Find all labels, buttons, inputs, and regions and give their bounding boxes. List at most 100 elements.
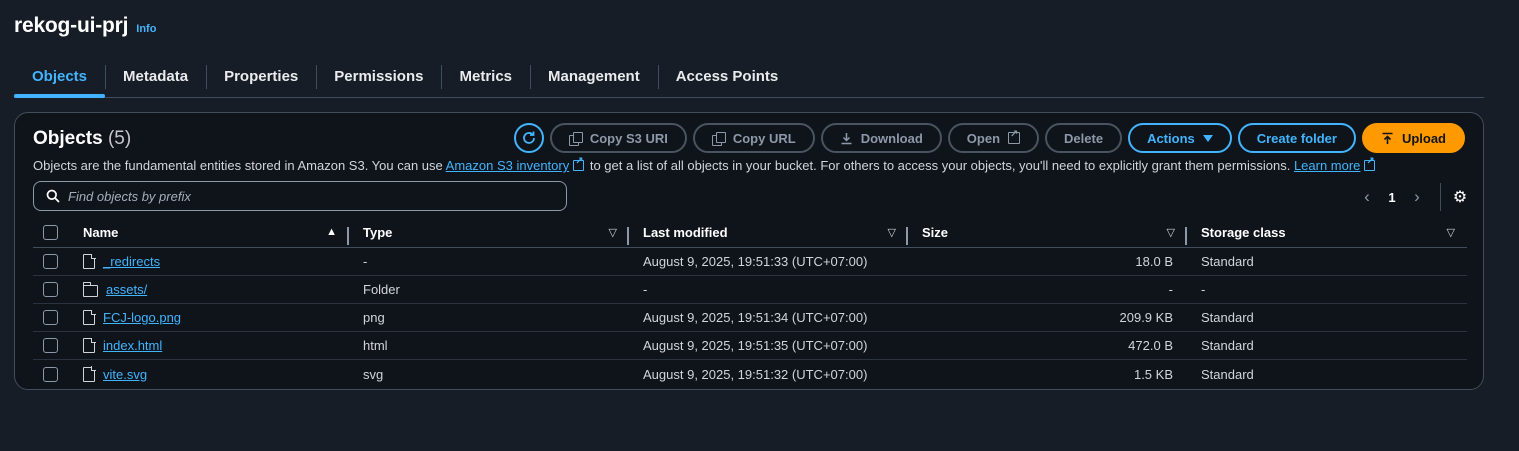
object-last-modified: - — [643, 282, 648, 297]
objects-description: Objects are the fundamental entities sto… — [33, 156, 1473, 173]
tab-permissions[interactable]: Permissions — [316, 58, 441, 94]
column-label: Size — [922, 225, 949, 240]
objects-toolbar: Copy S3 URI Copy URL Download Open Delet… — [513, 123, 1465, 153]
object-last-modified: August 9, 2025, 19:51:32 (UTC+07:00) — [643, 366, 868, 382]
object-storage-class: Standard — [1201, 310, 1254, 325]
file-icon — [83, 337, 96, 353]
row-checkbox[interactable] — [43, 254, 58, 269]
column-label: Type — [363, 225, 393, 240]
tab-metadata[interactable]: Metadata — [105, 58, 206, 94]
object-size: 18.0 B — [1135, 254, 1173, 269]
open-button[interactable]: Open — [947, 123, 1040, 153]
tab-management[interactable]: Management — [530, 58, 658, 94]
copy-icon — [711, 131, 726, 146]
column-header-size[interactable]: Size ▽ — [908, 225, 1187, 245]
row-checkbox[interactable] — [43, 282, 58, 297]
copy-url-label: Copy URL — [732, 130, 796, 146]
tab-metrics[interactable]: Metrics — [441, 58, 530, 94]
s3-inventory-link[interactable]: Amazon S3 inventory — [446, 158, 570, 173]
learn-more-link[interactable]: Learn more — [1294, 158, 1360, 173]
object-last-modified: August 9, 2025, 19:51:33 (UTC+07:00) — [643, 254, 868, 269]
object-storage-class: Standard — [1201, 366, 1254, 382]
table-row: vite.svg svg August 9, 2025, 19:51:32 (U… — [33, 360, 1467, 388]
refresh-button[interactable] — [513, 123, 544, 153]
actions-dropdown[interactable]: Actions — [1128, 123, 1232, 153]
download-button[interactable]: Download — [820, 123, 942, 153]
objects-heading: Objects (5) — [33, 128, 131, 150]
object-storage-class: Standard — [1201, 338, 1254, 353]
file-icon — [83, 253, 96, 269]
tab-bar: Objects Metadata Properties Permissions … — [14, 58, 1484, 98]
object-type: png — [363, 310, 385, 325]
column-header-last-modified[interactable]: Last modified ▽ — [629, 225, 908, 245]
object-link[interactable]: _redirects — [103, 254, 160, 269]
upload-icon — [1382, 132, 1393, 144]
object-link[interactable]: vite.svg — [103, 367, 147, 382]
copy-url-button[interactable]: Copy URL — [692, 123, 815, 153]
sort-ascending-icon: ▲ — [326, 226, 337, 238]
object-type: Folder — [363, 282, 400, 297]
sort-icon: ▽ — [1446, 227, 1455, 239]
divider — [1440, 183, 1441, 211]
object-link[interactable]: index.html — [103, 338, 162, 353]
copy-icon — [568, 131, 583, 146]
external-link-icon — [1008, 129, 1021, 144]
object-size: 1.5 KB — [1133, 366, 1173, 382]
next-page-button[interactable]: › — [1404, 187, 1430, 207]
column-header-storage-class[interactable]: Storage class ▽ — [1187, 225, 1467, 240]
object-storage-class: - — [1201, 282, 1206, 297]
previous-page-button[interactable]: ‹ — [1354, 187, 1380, 207]
tab-properties[interactable]: Properties — [206, 58, 316, 94]
column-header-name[interactable]: Name ▲ — [75, 225, 349, 245]
search-field[interactable] — [33, 181, 567, 211]
delete-button[interactable]: Delete — [1045, 123, 1123, 153]
search-icon — [46, 189, 60, 203]
description-text: to get a list of all objects in your buc… — [586, 158, 1294, 173]
actions-label: Actions — [1147, 130, 1195, 146]
upload-button[interactable]: Upload — [1361, 123, 1465, 153]
object-type: - — [363, 254, 368, 269]
create-folder-label: Create folder — [1256, 130, 1337, 146]
folder-icon — [82, 281, 98, 297]
object-size: 209.9 KB — [1119, 310, 1174, 325]
object-storage-class: Standard — [1201, 254, 1254, 269]
select-all-checkbox[interactable] — [43, 225, 58, 240]
file-icon — [83, 309, 96, 325]
column-label: Name — [83, 225, 119, 240]
sort-icon: ▽ — [887, 227, 896, 239]
upload-label: Upload — [1401, 130, 1446, 146]
object-size: - — [1168, 282, 1173, 297]
table-row: index.html html August 9, 2025, 19:51:35… — [33, 332, 1467, 360]
row-checkbox[interactable] — [43, 338, 58, 353]
tab-access-points[interactable]: Access Points — [657, 58, 797, 94]
tab-objects[interactable]: Objects — [14, 58, 106, 98]
bucket-title: rekog-ui-prj — [14, 14, 129, 37]
caret-down-icon — [1202, 134, 1213, 142]
file-icon — [83, 366, 96, 382]
description-text: Objects are the fundamental entities sto… — [33, 158, 446, 173]
table-header: Name ▲ Type ▽ Last modified ▽ Size ▽ Sto… — [33, 218, 1467, 248]
create-folder-button[interactable]: Create folder — [1237, 123, 1356, 153]
page-number[interactable]: 1 — [1380, 190, 1404, 205]
external-link-icon — [573, 156, 585, 171]
sort-icon: ▽ — [1166, 227, 1175, 239]
info-link[interactable]: Info — [136, 23, 156, 35]
gear-icon[interactable]: ⚙ — [1451, 187, 1469, 207]
copy-s3-uri-button[interactable]: Copy S3 URI — [549, 123, 687, 153]
objects-count: (5) — [107, 128, 132, 149]
object-link[interactable]: assets/ — [106, 282, 147, 297]
object-type: html — [363, 338, 388, 353]
search-input[interactable] — [68, 188, 548, 204]
download-label: Download — [860, 130, 923, 146]
row-checkbox[interactable] — [43, 310, 58, 325]
external-link-icon — [1364, 156, 1376, 171]
object-last-modified: August 9, 2025, 19:51:35 (UTC+07:00) — [643, 338, 868, 353]
column-header-type[interactable]: Type ▽ — [349, 225, 629, 245]
open-label: Open — [966, 130, 1001, 146]
row-checkbox[interactable] — [43, 366, 58, 382]
table-row: assets/ Folder - - - — [33, 276, 1467, 304]
copy-s3-uri-label: Copy S3 URI — [589, 130, 668, 146]
sort-icon: ▽ — [608, 227, 617, 239]
pagination: ‹ 1 › ⚙ — [1354, 183, 1469, 211]
object-link[interactable]: FCJ-logo.png — [103, 310, 181, 325]
